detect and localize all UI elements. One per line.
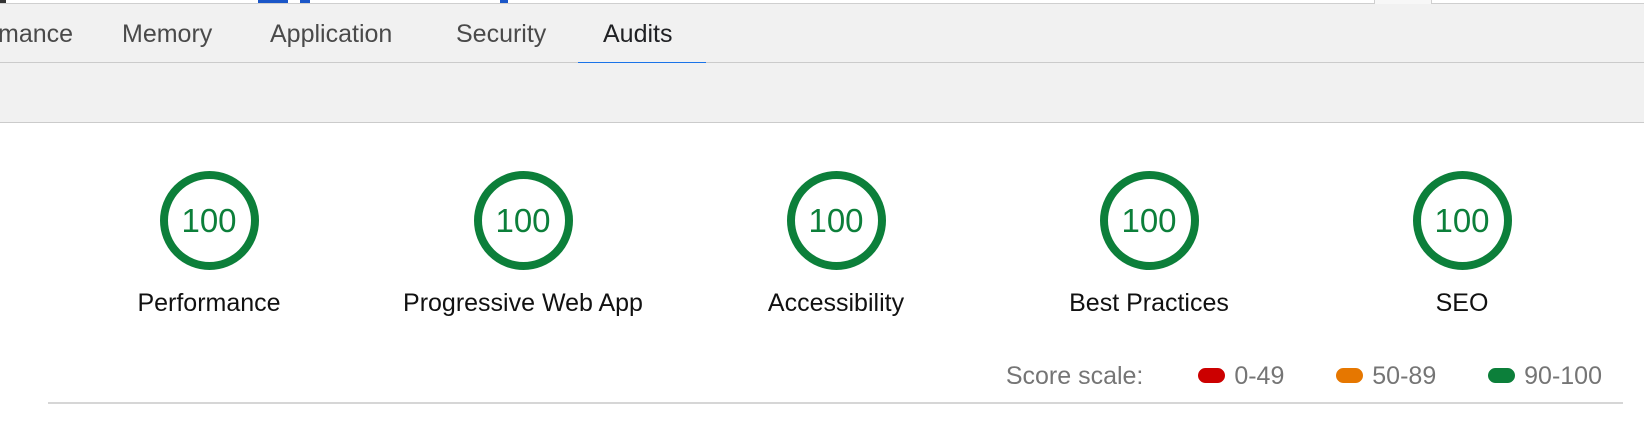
gauge-performance[interactable]: 100 Performance: [59, 170, 359, 318]
url-fragment: [0, 0, 6, 3]
score-value: 100: [1121, 202, 1177, 239]
tab-memory[interactable]: Memory: [122, 4, 212, 62]
url-fragment: [300, 0, 310, 3]
gauge-best-practices[interactable]: 100 Best Practices: [999, 170, 1299, 318]
scale-range-fail: 0-49: [1198, 361, 1284, 391]
scale-range-average: 50-89: [1336, 361, 1436, 391]
tab-security[interactable]: Security: [456, 4, 546, 62]
score-scale-title: Score scale:: [1005, 362, 1144, 390]
score-ring: 100: [1412, 170, 1513, 271]
score-gauges-panel: 100 Performance 100 Progressive Web App …: [0, 123, 1644, 426]
score-ring: 100: [159, 170, 260, 271]
audits-toolbar: [0, 63, 1644, 123]
gauge-accessibility[interactable]: 100 Accessibility: [686, 170, 986, 318]
score-value: 100: [1434, 202, 1490, 239]
fail-pill-icon: [1198, 367, 1226, 383]
category-label: Progressive Web App: [403, 289, 643, 317]
score-value: 100: [808, 202, 864, 239]
category-label: Accessibility: [767, 289, 905, 317]
score-ring: 100: [473, 170, 574, 271]
category-label: Performance: [137, 289, 281, 317]
category-label: SEO: [1435, 289, 1489, 317]
tab-audits[interactable]: Audits: [603, 4, 672, 62]
score-value: 100: [181, 202, 237, 239]
devtools-tab-bar: mance Memory Application Security Audits: [0, 4, 1644, 65]
scale-range-label: 0-49: [1234, 362, 1285, 390]
gauge-seo[interactable]: 100 SEO: [1312, 170, 1612, 318]
score-scale-legend: Score scale: 0-49 50-89 90-100: [1006, 361, 1602, 391]
url-fragment: [258, 0, 288, 3]
url-fragment: [500, 0, 508, 3]
category-label: Best Practices: [1069, 289, 1229, 317]
score-value: 100: [495, 202, 551, 239]
tab-application[interactable]: Application: [270, 4, 392, 62]
section-divider: [48, 402, 1623, 404]
scale-range-label: 50-89: [1372, 362, 1437, 390]
scale-range-pass: 90-100: [1488, 361, 1602, 391]
tab-performance[interactable]: mance: [0, 4, 73, 62]
pass-pill-icon: [1488, 367, 1516, 383]
score-ring: 100: [1099, 170, 1200, 271]
gauge-progressive-web-app[interactable]: 100 Progressive Web App: [373, 170, 673, 318]
average-pill-icon: [1336, 367, 1364, 383]
score-ring: 100: [786, 170, 887, 271]
scale-range-label: 90-100: [1524, 362, 1602, 390]
